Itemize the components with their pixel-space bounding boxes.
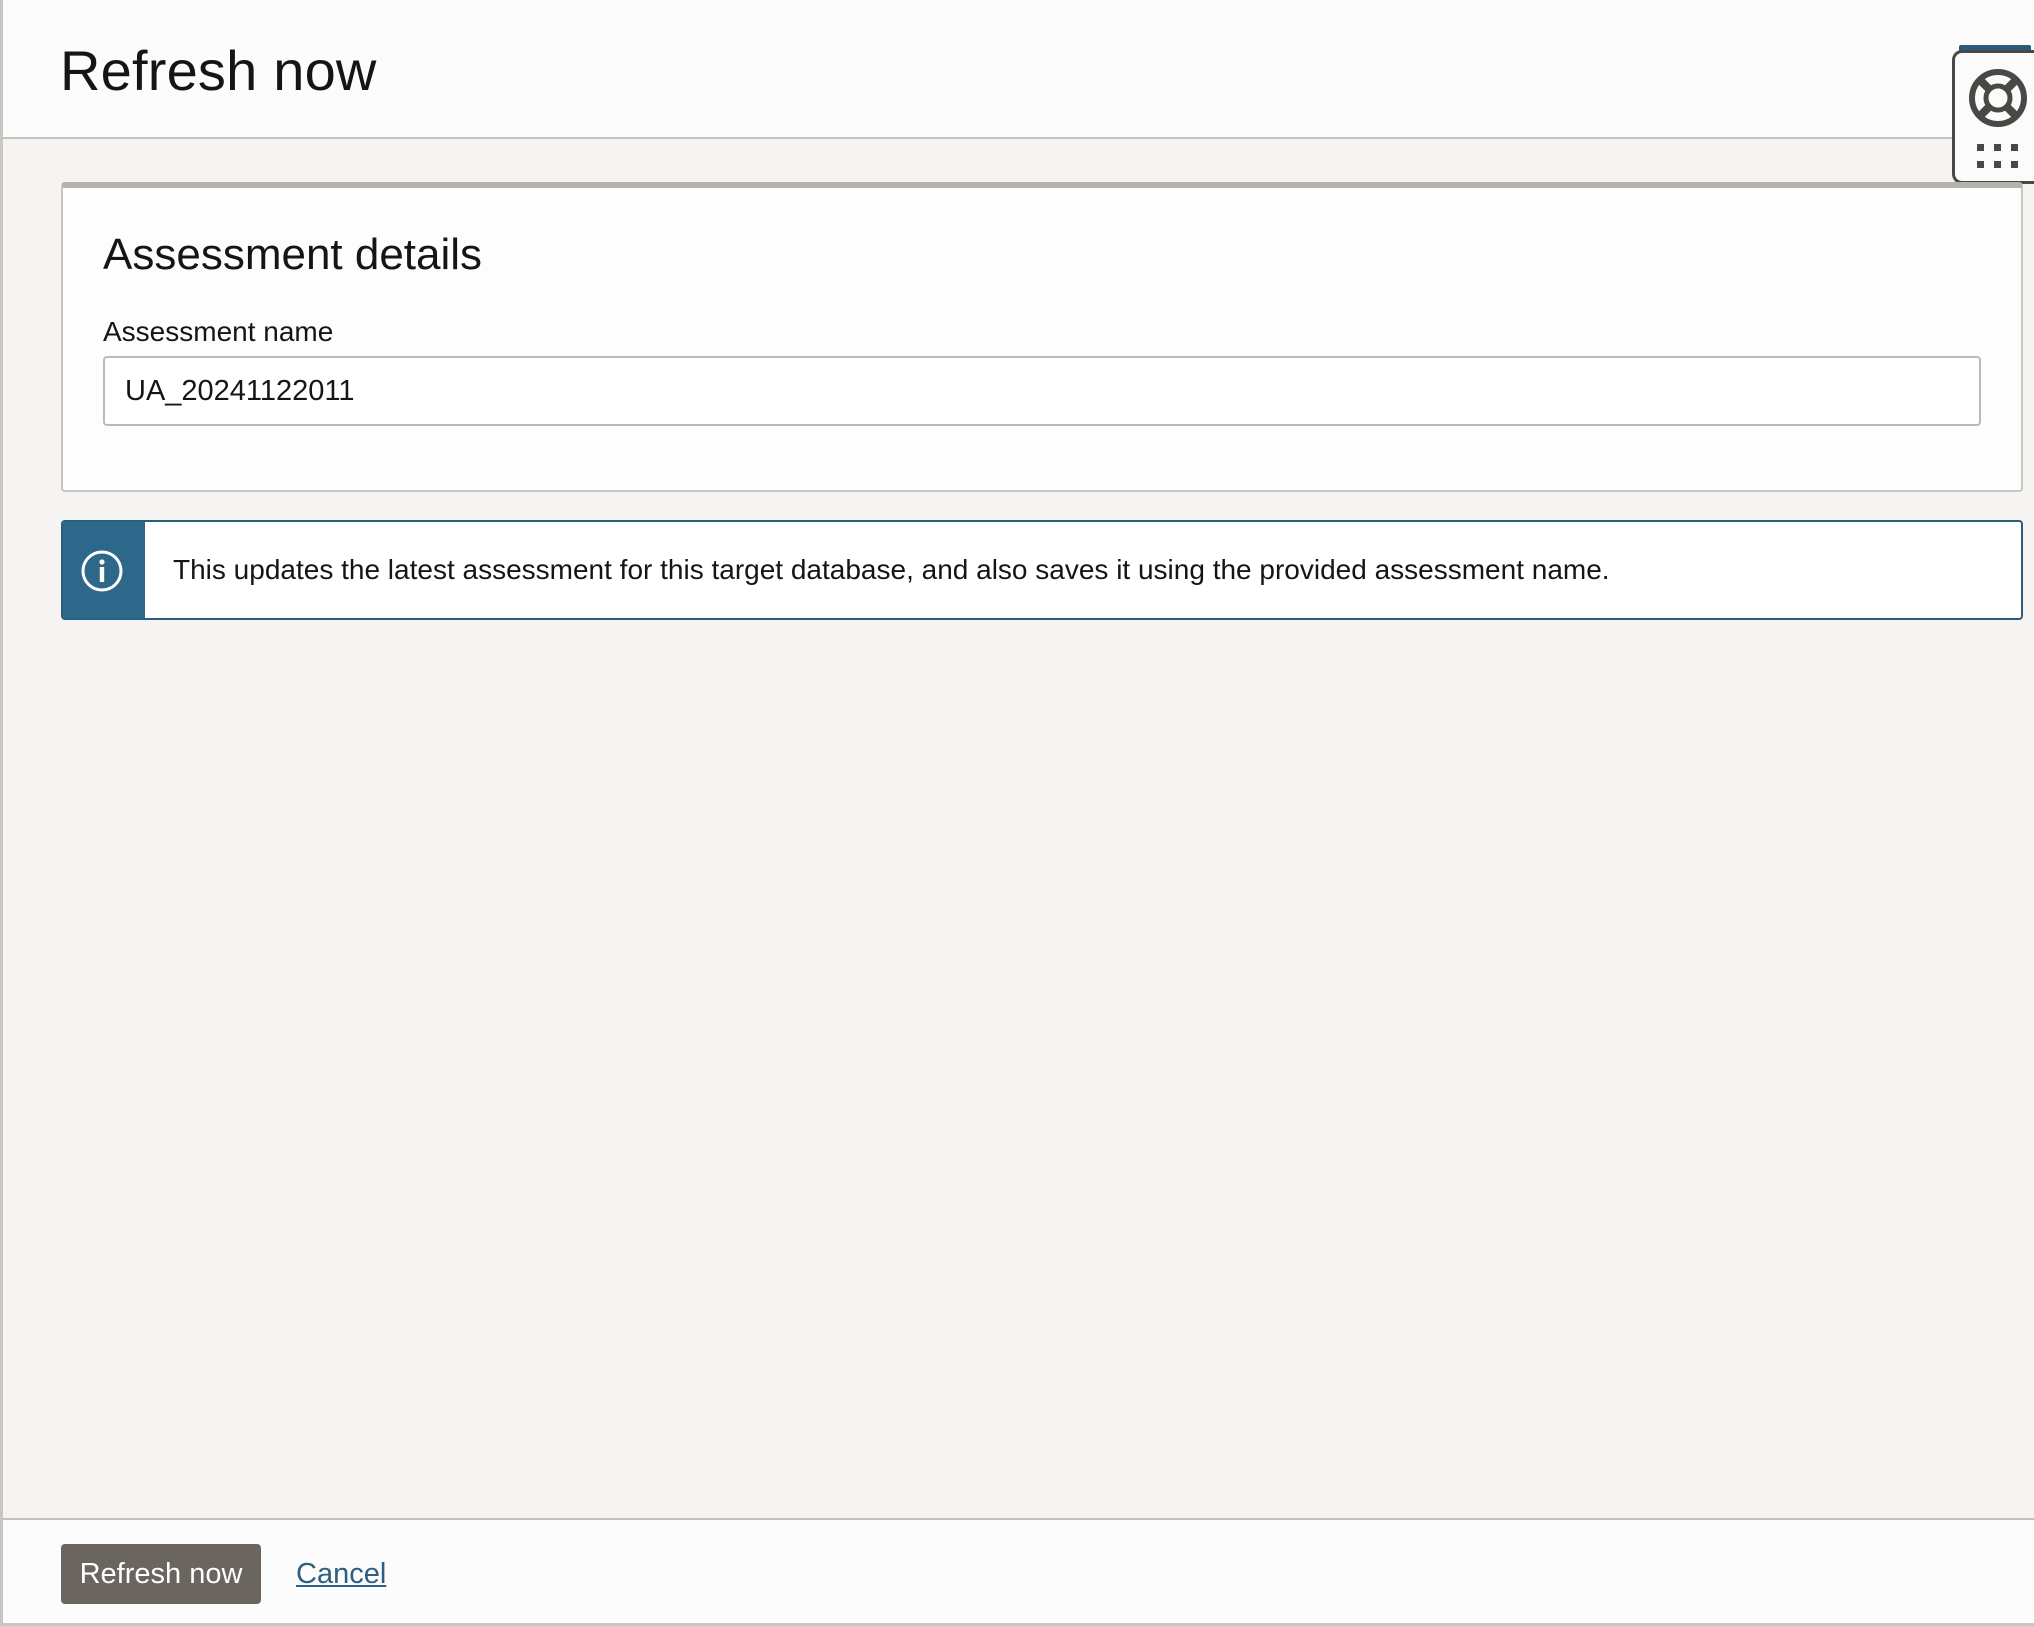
- info-message-text: This updates the latest assessment for t…: [173, 554, 1610, 585]
- refresh-panel: Refresh now Assessment details Assessmen…: [0, 0, 2034, 1626]
- panel-footer: Refresh now Cancel: [3, 1518, 2034, 1626]
- grid-icon[interactable]: [1975, 141, 2021, 171]
- refresh-now-button[interactable]: Refresh now: [61, 1544, 261, 1604]
- help-widget[interactable]: [1952, 50, 2034, 184]
- card-title: Assessment details: [103, 230, 483, 279]
- assessment-name-label: Assessment name: [103, 316, 334, 347]
- cancel-link[interactable]: Cancel: [296, 1558, 386, 1591]
- lifebuoy-icon[interactable]: [1967, 67, 2029, 129]
- info-strip: [63, 522, 145, 618]
- info-message-banner: This updates the latest assessment for t…: [61, 520, 2023, 620]
- info-icon: [81, 550, 123, 592]
- assessment-name-input[interactable]: [103, 356, 1981, 426]
- assessment-details-card: Assessment details Assessment name: [61, 182, 2023, 492]
- panel-header: Refresh now: [3, 0, 2034, 139]
- panel-title: Refresh now: [60, 39, 377, 102]
